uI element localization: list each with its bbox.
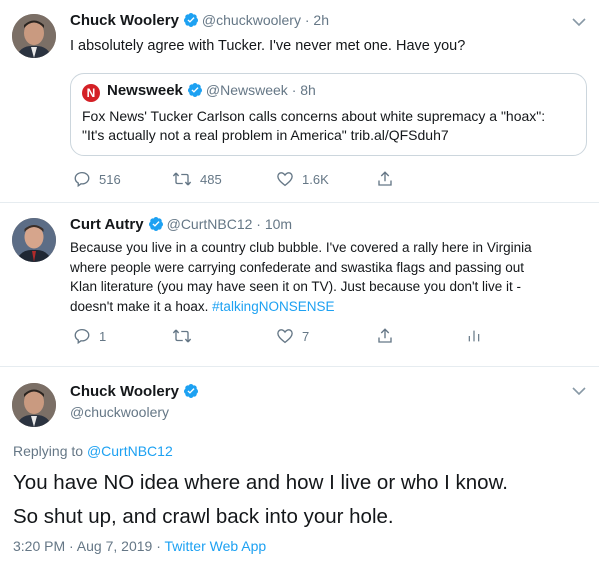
quoted-tweet-time: 8h <box>300 82 316 98</box>
reply-icon <box>74 328 90 345</box>
share-button[interactable] <box>376 327 466 345</box>
tweet-metadata: 3:20 PM · Aug 7, 2019 · Twitter Web App <box>13 538 266 554</box>
quoted-author-name: Newsweek <box>107 82 183 99</box>
retweet-icon <box>172 172 192 186</box>
author-name[interactable]: Curt Autry <box>70 216 144 233</box>
tweet-text: I absolutely agree with Tucker. I've nev… <box>70 38 466 54</box>
separator-dot: · <box>304 12 310 28</box>
analytics-button[interactable] <box>466 328 490 344</box>
tweet-text: Because you live in a country club bubbl… <box>70 240 532 314</box>
share-button[interactable] <box>376 170 402 188</box>
tweet-curt-autry[interactable]: Curt Autry @CurtNBC12 · 10m Because you l… <box>0 203 599 365</box>
hashtag-link[interactable]: #talkingNONSENSE <box>212 299 334 314</box>
retweet-button[interactable] <box>172 327 276 345</box>
verified-badge-icon <box>148 216 164 235</box>
newsweek-logo-icon: N <box>82 84 100 102</box>
replying-to-link[interactable]: @CurtNBC12 <box>87 443 173 459</box>
like-icon <box>277 329 293 344</box>
timestamp[interactable]: 3:20 PM · Aug 7, 2019 · <box>13 538 165 554</box>
tweet-text-line: So shut up, and crawl back into your hol… <box>13 505 394 528</box>
verified-badge-icon <box>183 383 199 402</box>
avatar-chuck-woolery[interactable] <box>12 14 56 58</box>
source-link[interactable]: Twitter Web App <box>165 538 267 554</box>
replying-to: Replying to @CurtNBC12 <box>13 443 173 459</box>
tweet-time[interactable]: 2h <box>313 12 329 28</box>
author-handle[interactable]: @chuckwoolery <box>202 12 301 28</box>
tweet-chuck-woolery-1[interactable]: Chuck Woolery @chuckwoolery · 2h I absolu… <box>0 0 599 198</box>
reply-icon <box>74 171 90 188</box>
tweet-time[interactable]: 10m <box>265 216 292 232</box>
avatar-curt-autry[interactable] <box>12 218 56 262</box>
like-button[interactable]: 7 <box>276 327 376 345</box>
author-name[interactable]: Chuck Woolery <box>70 383 179 400</box>
verified-badge-icon <box>183 12 199 31</box>
like-button[interactable]: 1.6K <box>276 170 376 188</box>
author-name[interactable]: Chuck Woolery <box>70 12 179 29</box>
retweet-button[interactable]: 485 <box>172 170 276 188</box>
author-handle[interactable]: @chuckwoolery <box>70 404 169 420</box>
like-icon <box>277 172 293 187</box>
quoted-author-handle: @Newsweek <box>205 82 288 98</box>
like-count: 1.6K <box>302 171 329 187</box>
quoted-tweet-text: Fox News' Tucker Carlson calls concerns … <box>82 108 546 143</box>
retweet-icon <box>172 329 192 343</box>
verified-badge-icon <box>187 82 203 101</box>
reply-button[interactable]: 1 <box>73 327 172 345</box>
avatar-chuck-woolery[interactable] <box>12 383 56 427</box>
analytics-icon <box>468 330 480 342</box>
share-icon <box>378 328 392 343</box>
chevron-down-icon[interactable] <box>572 14 586 32</box>
quoted-tweet[interactable]: N Newsweek @Newsweek · 8h Fox News' Tucke… <box>70 73 587 156</box>
tweet-text-line: You have NO idea where and how I live or… <box>13 471 508 494</box>
share-icon <box>378 171 392 186</box>
reply-count: 1 <box>99 328 107 344</box>
focused-tweet-text: You have NO idea where and how I live or… <box>13 466 508 534</box>
author-handle[interactable]: @CurtNBC12 <box>167 216 253 232</box>
reply-count: 516 <box>99 171 121 187</box>
reply-button[interactable]: 516 <box>73 170 172 188</box>
retweet-count: 485 <box>200 171 222 187</box>
like-count: 7 <box>302 328 310 344</box>
chevron-down-icon[interactable] <box>572 383 586 401</box>
